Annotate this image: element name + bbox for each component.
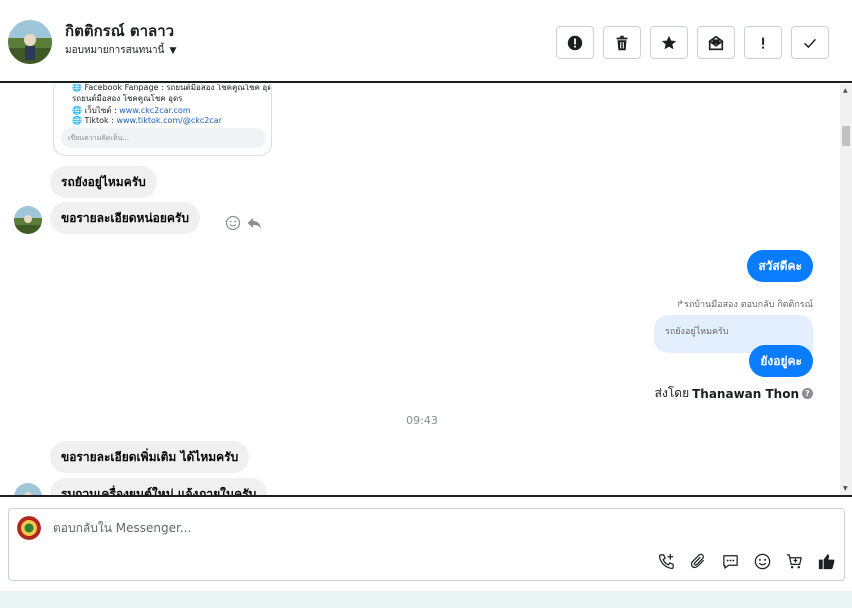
composer-tools	[656, 551, 836, 571]
outgoing-message[interactable]: สวัสดีคะ	[747, 250, 813, 282]
message-input[interactable]	[53, 521, 753, 535]
mark-done-button[interactable]	[791, 26, 829, 59]
scroll-up-arrow-icon[interactable]: ▲	[843, 87, 848, 94]
paperclip-icon	[690, 553, 704, 568]
website-link[interactable]: www.ckc2car.com	[119, 106, 190, 115]
incoming-message[interactable]: รถยังอยู่ไหมครับ	[50, 166, 157, 198]
outgoing-message[interactable]: ยังอยู่คะ	[749, 345, 813, 377]
shared-post-preview[interactable]: 🌐 Facebook Fanpage : รถยนต์มือสอง โชคคูณ…	[53, 84, 272, 156]
trash-icon	[616, 35, 628, 50]
contact-avatar[interactable]	[8, 20, 52, 64]
smiley-icon	[754, 553, 770, 569]
reply-composer	[8, 508, 845, 581]
contact-avatar-small	[14, 483, 42, 495]
delete-button[interactable]	[603, 26, 641, 59]
reply-arrow-icon[interactable]	[246, 215, 262, 231]
composer-divider	[0, 495, 852, 497]
incoming-message[interactable]: รบกวนเครื่องยนต์ใหม่ แจ้งภายในครับ	[50, 478, 268, 495]
phone-plus-icon	[658, 553, 674, 569]
caret-down-icon: ▼	[169, 45, 177, 56]
like-button[interactable]	[816, 551, 836, 571]
incoming-message[interactable]: ขอรายละเอียดเพิ่มเติม ได้ไหมครับ	[50, 441, 250, 473]
shop-button[interactable]	[784, 551, 804, 571]
check-icon	[804, 38, 816, 48]
cart-plus-icon	[786, 553, 802, 568]
header-actions	[556, 26, 829, 59]
attach-button[interactable]	[688, 551, 708, 571]
reply-context: ↱รถบ้านมือสอง ตอบกลับ กิตติกรณ์	[676, 300, 813, 310]
sender-name: Thanawan Thon	[692, 386, 799, 401]
conversation-header: กิตติกรณ์ ตาลาว มอบหมายการสนทนานี้ ▼	[0, 0, 852, 83]
contact-avatar-small	[14, 206, 42, 234]
sent-by-prefix: ส่งโดย	[654, 386, 690, 400]
exclamation-icon	[762, 37, 765, 49]
star-button[interactable]	[650, 26, 688, 59]
mark-unread-button[interactable]	[697, 26, 735, 59]
saved-replies-button[interactable]	[720, 551, 740, 571]
assign-label: มอบหมายการสนทนานี้	[65, 45, 165, 56]
react-smiley-icon[interactable]	[225, 215, 241, 231]
thumbs-up-icon	[818, 553, 834, 569]
alert-circle-icon	[567, 35, 583, 50]
message-thread[interactable]: 🌐 Facebook Fanpage : รถยนต์มือสอง โชคคูณ…	[0, 84, 852, 495]
contact-name[interactable]: กิตติกรณ์ ตาลาว	[65, 19, 174, 43]
tiktok-link[interactable]: www.tiktok.com/@ckc2car	[116, 116, 222, 125]
chat-bubble-icon	[722, 554, 738, 569]
preview-comment-box[interactable]: เขียนความคิดเห็น...	[61, 128, 266, 148]
report-spam-button[interactable]	[556, 26, 594, 59]
message-actions	[225, 215, 262, 231]
follow-up-button[interactable]	[744, 26, 782, 59]
star-icon	[661, 35, 677, 49]
scroll-thumb[interactable]	[842, 126, 850, 146]
emoji-button[interactable]	[752, 551, 772, 571]
envelope-icon	[708, 35, 724, 50]
call-button[interactable]	[656, 551, 676, 571]
page-avatar	[17, 516, 41, 540]
page-footer-strip	[0, 591, 852, 608]
thread-scrollbar[interactable]: ▲ ▼	[840, 84, 852, 495]
help-icon[interactable]: ?	[802, 388, 813, 399]
scroll-down-arrow-icon[interactable]: ▼	[843, 485, 848, 492]
message-timestamp: 09:43	[406, 414, 438, 427]
assign-conversation-dropdown[interactable]: มอบหมายการสนทนานี้ ▼	[65, 43, 176, 58]
incoming-message[interactable]: ขอรายละเอียดหน่อยครับ	[50, 202, 200, 234]
sent-by-label: ส่งโดย Thanawan Thon ?	[655, 384, 813, 403]
preview-line-tiktok: 🌐 Tiktok : www.tiktok.com/@ckc2car	[72, 116, 222, 125]
